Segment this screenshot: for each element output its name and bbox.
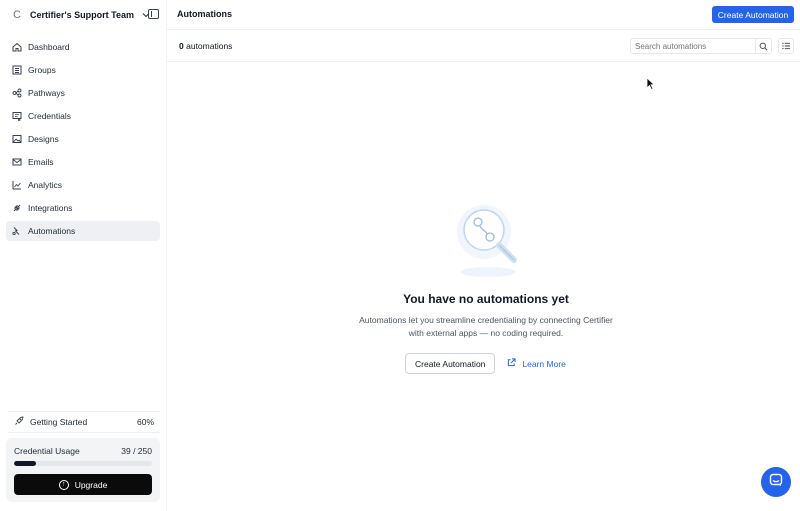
team-name: Certifier's Support Team <box>30 10 134 20</box>
empty-state-description: Automations let you streamline credentia… <box>340 314 632 340</box>
sidebar-item-pathways[interactable]: Pathways <box>6 83 160 103</box>
team-switcher[interactable]: C Certifier's Support Team <box>10 7 150 23</box>
credentials-icon <box>12 111 22 121</box>
learn-more-label: Learn More <box>522 358 566 369</box>
home-icon <box>12 42 22 52</box>
chat-support-button[interactable] <box>761 467 791 497</box>
search-icon[interactable] <box>755 39 771 53</box>
sidebar-item-label: Analytics <box>28 180 63 190</box>
rocket-icon <box>14 416 24 428</box>
sidebar-item-designs[interactable]: Designs <box>6 129 160 149</box>
sidebar-nav: Dashboard Groups Pathways Credentials De… <box>6 37 160 244</box>
sidebar-item-label: Dashboard <box>28 42 70 52</box>
list-view-icon[interactable] <box>778 38 794 54</box>
sidebar-item-label: Integrations <box>28 203 73 213</box>
sidebar: C Certifier's Support Team Dashboard Gro… <box>0 0 167 511</box>
sidebar-item-label: Designs <box>28 134 59 144</box>
sidebar-item-label: Automations <box>28 226 76 236</box>
sidebar-collapse-icon[interactable] <box>148 9 159 19</box>
usage-progress-fill <box>14 461 36 466</box>
chat-icon <box>769 473 783 492</box>
usage-label: Credential Usage <box>14 446 80 456</box>
create-automation-secondary-button[interactable]: Create Automation <box>405 353 496 374</box>
getting-started[interactable]: Getting Started 60% <box>8 411 160 433</box>
integrations-icon <box>12 203 22 213</box>
sidebar-item-groups[interactable]: Groups <box>6 60 160 80</box>
automation-count: 0 automations <box>179 41 232 51</box>
designs-icon <box>12 134 22 144</box>
sidebar-item-analytics[interactable]: Analytics <box>6 175 160 195</box>
arrow-up-circle-icon: ↑ <box>58 479 69 490</box>
pathways-icon <box>12 88 22 98</box>
sidebar-item-dashboard[interactable]: Dashboard <box>6 37 160 57</box>
automations-icon <box>12 226 22 236</box>
credential-usage-card: Credential Usage 39 / 250 ↑ Upgrade <box>6 438 160 502</box>
getting-started-percent: 60% <box>136 417 154 427</box>
team-logo: C <box>13 9 21 21</box>
page-title: Automations <box>177 9 232 19</box>
count-label: automations <box>186 41 233 51</box>
sidebar-item-label: Pathways <box>28 88 65 98</box>
upgrade-button[interactable]: ↑ Upgrade <box>14 474 152 495</box>
sidebar-item-integrations[interactable]: Integrations <box>6 198 160 218</box>
mouse-cursor-icon <box>646 77 656 95</box>
create-automation-button[interactable]: Create Automation <box>712 6 794 23</box>
sidebar-item-label: Emails <box>28 157 54 167</box>
empty-state-illustration <box>438 200 538 282</box>
sidebar-item-credentials[interactable]: Credentials <box>6 106 160 126</box>
sidebar-item-label: Groups <box>28 65 56 75</box>
usage-value: 39 / 250 <box>121 446 152 456</box>
empty-state-desc-line-2: with external apps — no coding required. <box>408 328 564 338</box>
empty-state-desc-line-1: Automations let you streamline credentia… <box>359 315 613 325</box>
search-box <box>630 38 772 54</box>
learn-more-link[interactable]: Learn More <box>507 358 566 369</box>
getting-started-label: Getting Started <box>30 417 88 427</box>
sidebar-item-emails[interactable]: Emails <box>6 152 160 172</box>
groups-icon <box>12 65 22 75</box>
analytics-icon <box>12 180 22 190</box>
search-input[interactable] <box>631 39 755 53</box>
sidebar-item-label: Credentials <box>28 111 71 121</box>
mail-icon <box>12 157 22 167</box>
count-number: 0 <box>179 41 184 51</box>
empty-state-actions: Create Automation Learn More <box>405 353 566 374</box>
list-toolbar: 0 automations <box>167 31 800 62</box>
upgrade-label: Upgrade <box>74 479 108 490</box>
page-header: Automations Create Automation <box>167 0 800 30</box>
usage-progress-bar <box>14 461 152 466</box>
external-link-icon <box>507 358 517 369</box>
sidebar-item-automations[interactable]: Automations <box>6 221 160 241</box>
empty-state-title: You have no automations yet <box>403 292 569 306</box>
